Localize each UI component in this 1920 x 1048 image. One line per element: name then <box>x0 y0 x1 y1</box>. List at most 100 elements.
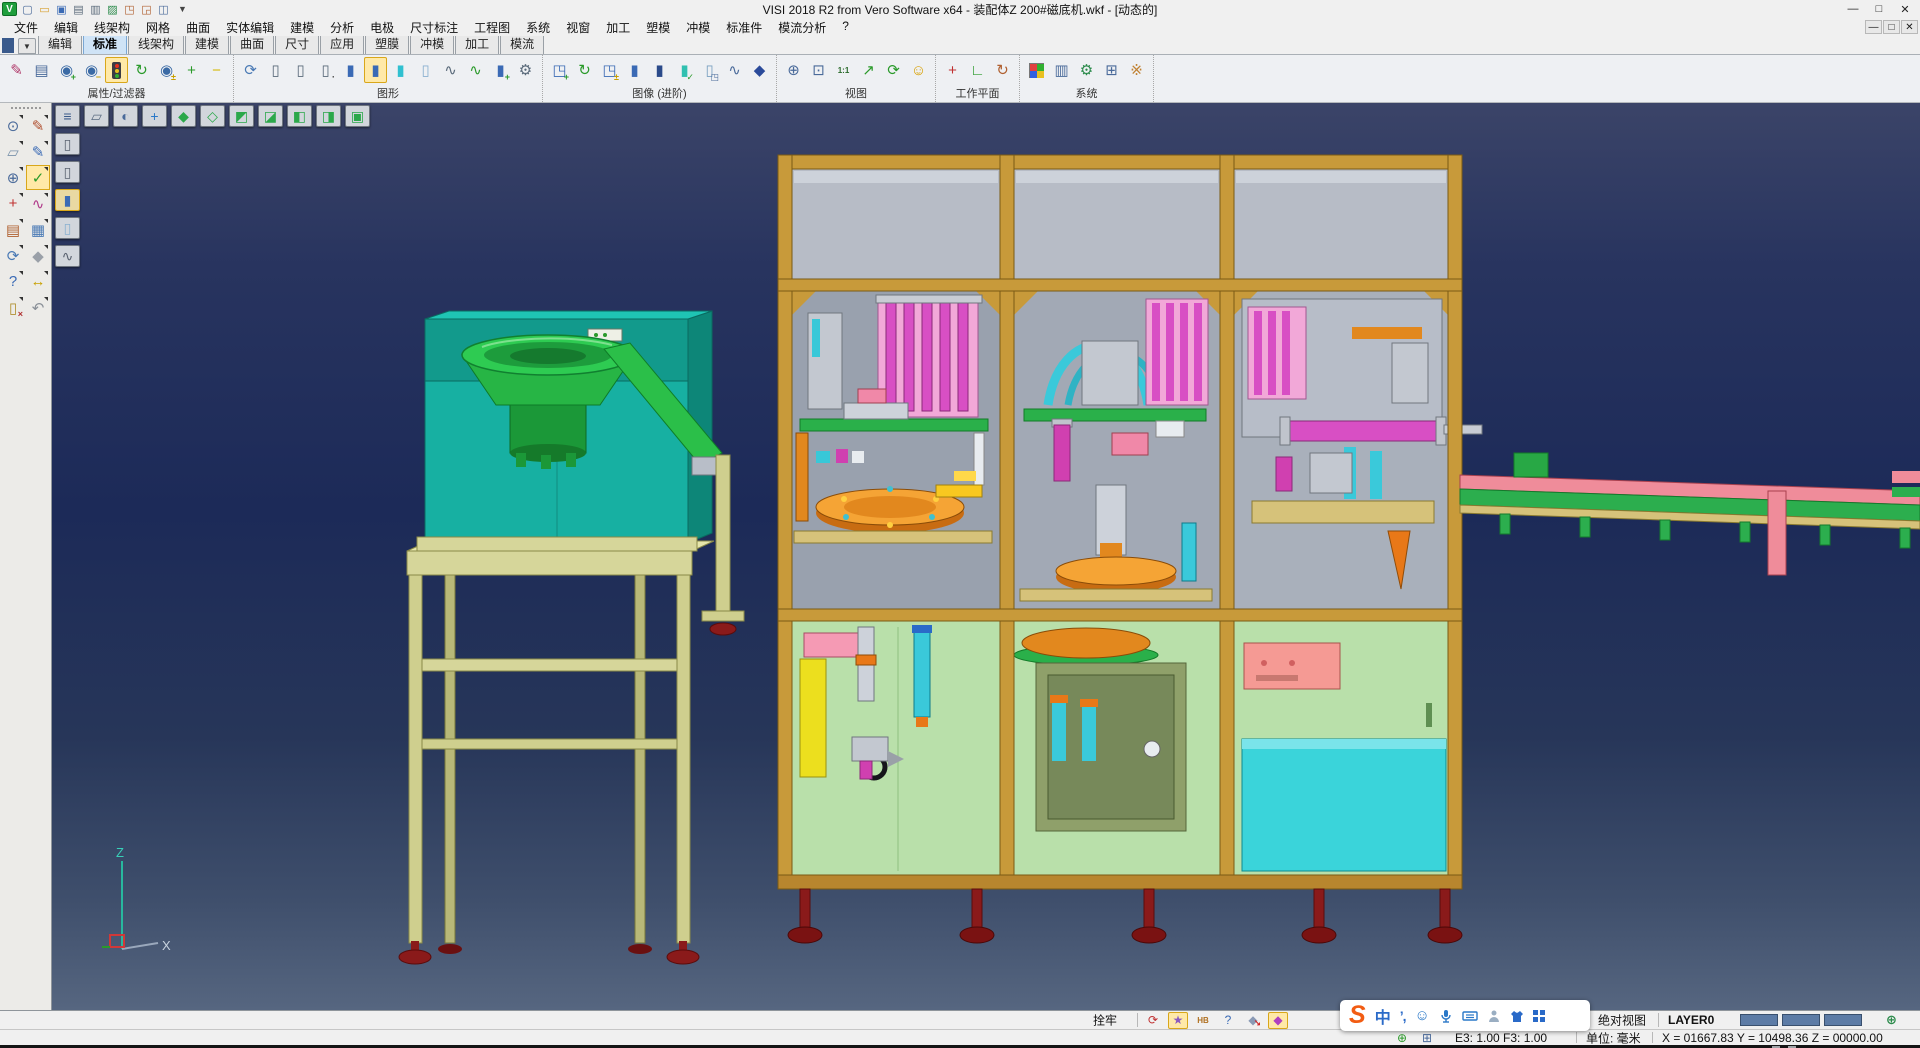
wireframe-cylinder-icon[interactable]: ▯ <box>264 57 287 83</box>
transparent-cylinder-icon[interactable]: ▮ <box>389 57 412 83</box>
sogou-logo-icon[interactable]: S <box>1349 1003 1366 1028</box>
sketch-edit-icon[interactable]: ✎ <box>26 113 50 138</box>
tab-塑膜[interactable]: 塑膜 <box>365 33 409 54</box>
ime-emoji-icon[interactable]: ☺ <box>1414 1007 1429 1024</box>
menu-item[interactable]: ? <box>834 19 857 36</box>
render-spring-icon[interactable]: ∿ <box>723 57 746 83</box>
zoom-actual-icon[interactable]: 1:1 <box>832 57 855 83</box>
ime-punctuation-toggle[interactable]: ’, <box>1400 1008 1406 1024</box>
hide-entities-icon[interactable]: ◉− <box>80 57 103 83</box>
view-iso-ne-icon[interactable]: ◩ <box>229 105 254 127</box>
solids-toggle-icon[interactable]: ◳± <box>598 57 621 83</box>
menu-item[interactable]: 电极 <box>362 19 402 36</box>
solids-refresh-icon[interactable]: ↻ <box>573 57 596 83</box>
plot-icon[interactable]: ▨ <box>104 2 121 17</box>
wire-spring-icon[interactable]: ∿ <box>439 57 462 83</box>
snap-status-icon[interactable]: ⊕ <box>1392 1029 1412 1046</box>
move-xyz-icon[interactable]: + <box>1 191 25 216</box>
spline-edit-icon[interactable]: ∿ <box>26 191 50 216</box>
magic-select-icon[interactable]: ★ <box>1168 1012 1188 1029</box>
system-settings-icon[interactable]: ⚙ <box>1075 57 1098 83</box>
tab-尺寸[interactable]: 尺寸 <box>275 33 319 54</box>
ime-keyboard-icon[interactable] <box>1462 1009 1478 1023</box>
layer-manager-icon[interactable]: ▥ <box>1050 57 1073 83</box>
sogou-ime-bar[interactable]: S 中 ’, ☺ <box>1340 1000 1590 1031</box>
grid-status-icon[interactable]: ⊞ <box>1417 1029 1437 1046</box>
render-cylinder-blue-icon[interactable]: ▮ <box>623 57 646 83</box>
isolate-solid-icon[interactable]: ◆↘ <box>1243 1012 1263 1029</box>
tab-线架构[interactable]: 线架构 <box>128 33 184 54</box>
view-iso-sw-icon[interactable]: ◨ <box>316 105 341 127</box>
menu-item[interactable]: 工程图 <box>466 19 518 36</box>
mdi-minimize-button[interactable]: — <box>1865 20 1882 34</box>
mdi-close-button[interactable]: ✕ <box>1901 20 1918 34</box>
display-hidden-icon[interactable]: ▯ <box>55 161 80 183</box>
ime-toolbox-icon[interactable] <box>1533 1010 1545 1022</box>
menu-item[interactable]: 分析 <box>322 19 362 36</box>
display-shaded-icon[interactable]: ▮ <box>55 189 80 211</box>
new-file-icon[interactable]: ▢ <box>19 2 36 17</box>
workplane-rotate-icon[interactable]: ↻ <box>991 57 1014 83</box>
refresh-visibility-icon[interactable]: ↻ <box>130 57 153 83</box>
solid-spring-icon[interactable]: ∿ <box>464 57 487 83</box>
ime-skin-shirt-icon[interactable] <box>1510 1009 1524 1023</box>
quick-access-dropdown-icon[interactable]: ▼ <box>174 4 191 14</box>
view-plane-icon[interactable]: ▱ <box>84 105 109 127</box>
layer-palette-icon[interactable]: ▤ <box>1 217 25 242</box>
ime-microphone-icon[interactable] <box>1439 1009 1453 1023</box>
shaded-edges-cylinder-icon[interactable]: ▮ <box>364 57 387 83</box>
print-preview-icon[interactable]: ▥ <box>87 2 104 17</box>
workplane-align-icon[interactable]: ∟ <box>966 57 989 83</box>
units-label[interactable]: 单位: 毫米 <box>1586 1029 1641 1046</box>
tab-应用[interactable]: 应用 <box>320 33 364 54</box>
menu-item[interactable]: 塑模 <box>638 19 678 36</box>
ime-language-toggle[interactable]: 中 <box>1375 1004 1391 1028</box>
menu-item[interactable]: 网格 <box>138 19 178 36</box>
open-file-icon[interactable]: ▭ <box>36 2 53 17</box>
tab-建模[interactable]: 建模 <box>185 33 229 54</box>
regenerate-icon[interactable]: ⟳ <box>1 243 25 268</box>
rotate-view-icon[interactable]: ⟳ <box>882 57 905 83</box>
absolute-view-label[interactable]: 绝对视图 <box>1598 1012 1646 1029</box>
menu-item[interactable]: 文件 <box>6 19 46 36</box>
ghost-cylinder-icon[interactable]: ▯ <box>414 57 437 83</box>
undo-icon[interactable]: ↶ <box>26 295 50 320</box>
view-menu-icon[interactable]: ≡ <box>55 105 80 127</box>
layer-swatch[interactable] <box>1782 1014 1820 1026</box>
render-check-icon[interactable]: ▮✓ <box>673 57 696 83</box>
menu-item[interactable]: 曲面 <box>178 19 218 36</box>
menu-item[interactable]: 视窗 <box>558 19 598 36</box>
menu-item[interactable]: 系统 <box>518 19 558 36</box>
visibility-document-icon[interactable]: ▤ <box>30 57 53 83</box>
zoom-in-icon[interactable]: ⊕ <box>782 57 805 83</box>
dynamic-cube-icon[interactable]: ◆ <box>1268 1012 1288 1029</box>
mdi-restore-button[interactable]: □ <box>1883 20 1900 34</box>
sync-status-icon[interactable]: ⟳ <box>1143 1012 1163 1029</box>
view-iso-se-icon[interactable]: ◧ <box>287 105 312 127</box>
shaded-cylinder-icon[interactable]: ▮ <box>339 57 362 83</box>
layer-swatch[interactable] <box>1824 1014 1862 1026</box>
menu-item[interactable]: 线架构 <box>86 19 138 36</box>
view-iso-nw-icon[interactable]: ◪ <box>258 105 283 127</box>
material-hb-icon[interactable]: HB <box>1193 1012 1213 1029</box>
save-file-icon[interactable]: ▣ <box>53 2 70 17</box>
view-shaded-icon[interactable]: ◐ <box>113 105 138 127</box>
display-ghost-icon[interactable]: ▯ <box>55 217 80 239</box>
dashed-cylinder-icon[interactable]: ▯· <box>314 57 337 83</box>
hidden-line-cylinder-icon[interactable]: ▯ <box>289 57 312 83</box>
tab-标准[interactable]: 标准 <box>83 33 127 54</box>
minimize-button[interactable]: — <box>1840 1 1866 17</box>
measure-distance-icon[interactable]: ↔ <box>26 269 50 294</box>
display-config-icon[interactable]: ⊞ <box>1100 57 1123 83</box>
recent-files-icon[interactable]: ◫ <box>155 2 172 17</box>
window-panes-icon[interactable]: ▦ <box>26 217 50 242</box>
workplane-origin-icon[interactable]: + <box>941 57 964 83</box>
filter-traffic-light-icon[interactable] <box>105 57 128 83</box>
render-cube-icon[interactable]: ◆ <box>748 57 771 83</box>
menu-item[interactable]: 尺寸标注 <box>402 19 466 36</box>
delete-icon[interactable]: ▯× <box>1 295 25 320</box>
tab-冲模[interactable]: 冲模 <box>410 33 454 54</box>
print-icon[interactable]: ▤ <box>70 2 87 17</box>
confirm-selection-icon[interactable]: ✓ <box>26 165 50 190</box>
show-all-icon[interactable]: + <box>180 57 203 83</box>
